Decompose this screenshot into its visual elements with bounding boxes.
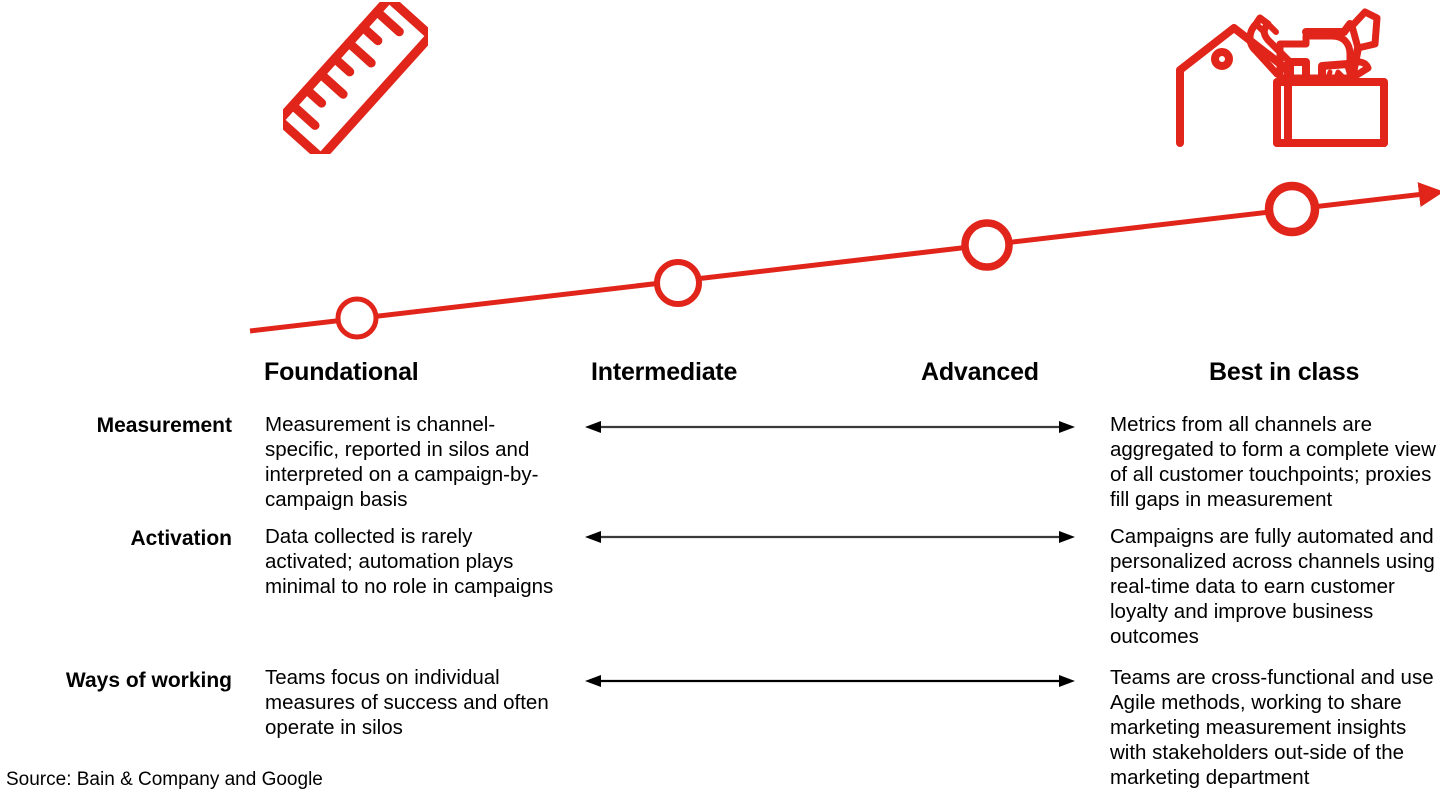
- row-measurement-foundational-text: Measurement is channel-specific, reporte…: [265, 413, 539, 511]
- ruler-icon: [275, 0, 435, 162]
- toolbox-icon: [1172, 4, 1392, 152]
- row-label-activation: Activation: [130, 527, 232, 550]
- row-measurement-span-arrow: [585, 419, 1075, 435]
- stage-node-foundational: [335, 296, 379, 340]
- stage-node-advanced: [961, 219, 1013, 271]
- stage-node-best-in-class: [1264, 181, 1320, 237]
- red-progression-arrow: [0, 160, 1440, 360]
- stage-header-advanced: Advanced: [921, 358, 1039, 386]
- row-activation-foundational-text: Data collected is rarely activated; auto…: [265, 525, 554, 598]
- row-activation-best-in-class-text: Campaigns are fully automated and person…: [1110, 525, 1435, 648]
- row-ways-of-working-span-arrow: [585, 673, 1075, 689]
- row-ways-of-working-best-in-class-text: Teams are cross-functional and use Agile…: [1110, 666, 1434, 789]
- row-activation-span-arrow: [585, 529, 1075, 545]
- stage-header-best-in-class: Best in class: [1209, 358, 1360, 386]
- source-note: Source: Bain & Company and Google: [6, 769, 323, 790]
- row-label-ways-of-working: Ways of working: [65, 669, 232, 692]
- row-label-measurement: Measurement: [96, 414, 232, 437]
- row-measurement-best-in-class-text: Metrics from all channels are aggregated…: [1110, 413, 1436, 511]
- row-ways-of-working-foundational-text: Teams focus on individual measures of su…: [265, 666, 549, 739]
- stage-header-foundational: Foundational: [264, 358, 419, 386]
- stage-node-intermediate: [654, 259, 702, 307]
- stage-header-intermediate: Intermediate: [591, 358, 738, 386]
